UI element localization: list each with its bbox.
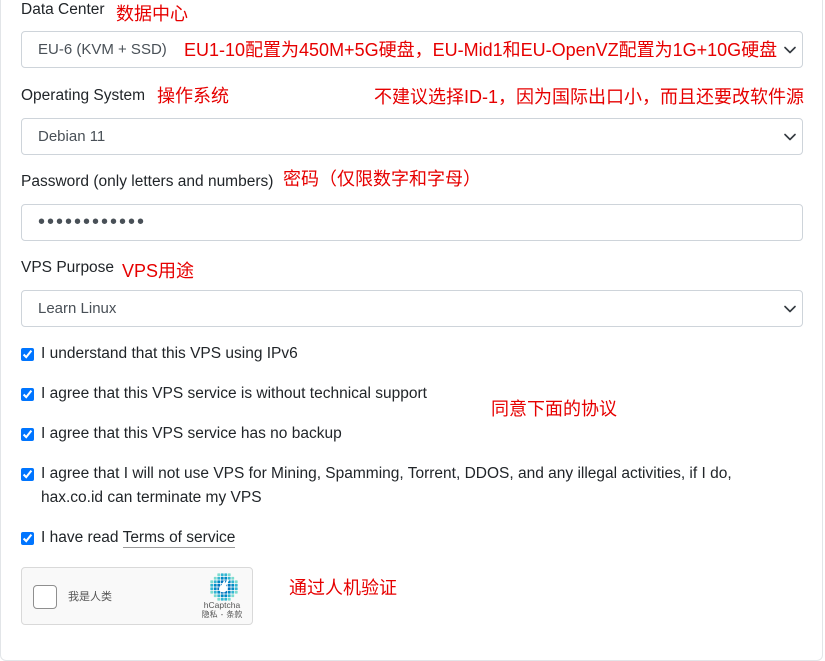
vps-purpose-selected-value: Learn Linux: [38, 300, 117, 317]
terms-label: I have read Terms of service: [41, 526, 763, 550]
captcha-privacy-link[interactable]: 隐私: [202, 610, 218, 619]
agree-no-support-label: I agree that this VPS service is without…: [41, 385, 427, 402]
terms-prefix: I have read: [41, 529, 119, 546]
agreements-annotation: 同意下面的协议: [491, 399, 617, 419]
agree-ipv6-checkbox[interactable]: [21, 348, 34, 361]
vps-purpose-select[interactable]: Learn Linux: [21, 290, 803, 327]
agree-usage-policy-checkbox[interactable]: [21, 468, 34, 481]
hcaptcha-logo-icon: [210, 573, 238, 601]
agree-no-backup-label: I agree that this VPS service has no bac…: [41, 425, 342, 442]
terms-of-service-link[interactable]: Terms of service: [122, 529, 236, 548]
password-label: Password (only letters and numbers): [21, 173, 274, 190]
captcha-brand: hCaptcha: [203, 600, 241, 610]
password-masked-value: ••••••••••••: [38, 211, 147, 233]
terms-checkbox[interactable]: [21, 532, 34, 545]
chevron-down-icon: [784, 305, 796, 313]
chevron-down-icon: [784, 133, 796, 141]
data-center-selected-value: EU-6 (KVM + SSD): [38, 41, 167, 58]
agree-ipv6-label: I understand that this VPS using IPv6: [41, 345, 298, 362]
agree-usage-policy-label: I agree that I will not use VPS for Mini…: [41, 465, 732, 506]
captcha-terms-link[interactable]: 条款: [226, 610, 242, 619]
captcha-links: 隐私 - 条款: [192, 610, 252, 620]
operating-system-select[interactable]: Debian 11: [21, 118, 803, 155]
captcha-checkbox[interactable]: [33, 585, 57, 609]
vps-purpose-label: VPS Purpose: [21, 259, 115, 276]
agree-no-support-checkbox[interactable]: [21, 388, 34, 401]
agree-no-backup-checkbox[interactable]: [21, 428, 34, 441]
vps-purpose-annotation: VPS用途: [122, 261, 195, 281]
hcaptcha-widget: 我是人类 hCaptcha 隐私 - 条款: [21, 567, 253, 625]
operating-system-label: Operating System: [21, 87, 146, 104]
operating-system-warning: 不建议选择ID-1，因为国际出口小，而且还要改软件源: [374, 87, 805, 107]
agreement-row-usage: I agree that I will not use VPS for Mini…: [21, 462, 803, 510]
agreement-row-backup: I agree that this VPS service has no bac…: [21, 422, 803, 446]
chevron-down-icon: [784, 46, 796, 54]
captcha-link-separator: -: [220, 610, 224, 619]
operating-system-annotation: 操作系统: [157, 86, 229, 106]
password-input[interactable]: ••••••••••••: [21, 204, 803, 241]
captcha-label: 我是人类: [68, 591, 112, 603]
password-annotation: 密码（仅限数字和字母）: [283, 169, 481, 189]
data-center-label: Data Center: [21, 1, 105, 18]
operating-system-selected-value: Debian 11: [38, 128, 106, 145]
agreement-row-ipv6: I understand that this VPS using IPv6: [21, 342, 803, 366]
captcha-annotation: 通过人机验证: [289, 578, 397, 598]
agreement-row-terms: I have read Terms of service: [21, 526, 803, 550]
data-center-annotation: 数据中心: [116, 4, 188, 24]
data-center-select-annotation: EU1-10配置为450M+5G硬盘，EU-Mid1和EU-OpenVZ配置为1…: [184, 40, 778, 60]
agreement-row-support: I agree that this VPS service is without…: [21, 382, 803, 406]
